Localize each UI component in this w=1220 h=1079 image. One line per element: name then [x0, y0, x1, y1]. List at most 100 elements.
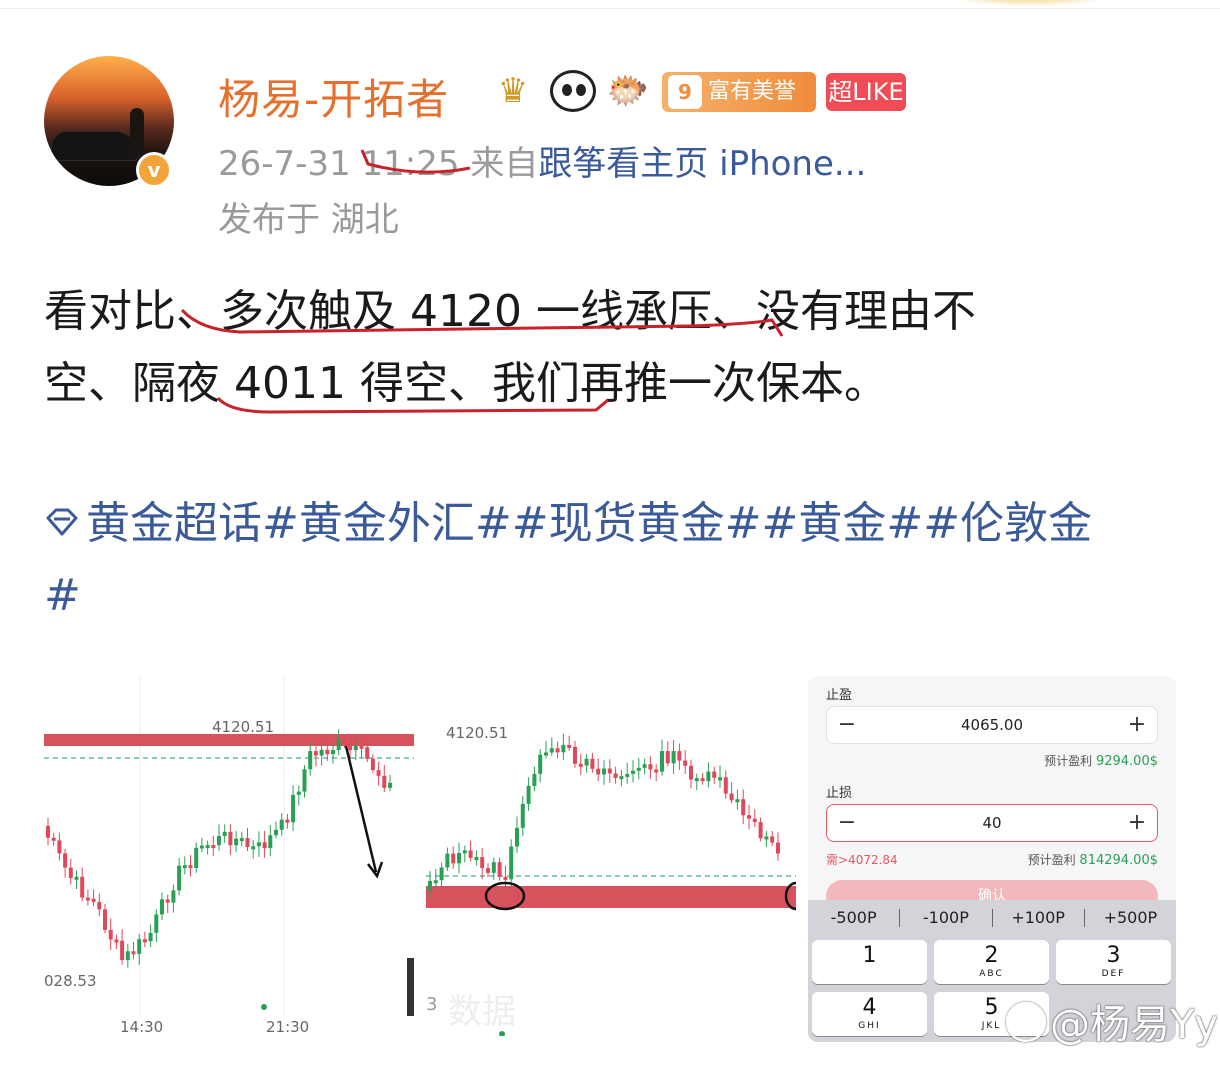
- key-letters: DEF: [1101, 969, 1126, 979]
- honor-badge[interactable]: 9 富有美誉: [662, 72, 816, 112]
- candle: [503, 876, 508, 880]
- estimated-profit-label: 预计盈利: [1044, 754, 1093, 768]
- candle: [718, 777, 722, 781]
- candle: [182, 865, 187, 869]
- candle: [262, 842, 267, 849]
- post-image-chart-2[interactable]: 4120.51 3 数据: [426, 676, 796, 1036]
- stop-loss-field[interactable]: − 40 +: [826, 804, 1158, 842]
- candle: [46, 825, 50, 838]
- candle: [302, 769, 307, 792]
- quick-adjust-button[interactable]: +500P: [1085, 900, 1176, 936]
- watermark-text: @杨易Yy: [1050, 1002, 1219, 1048]
- estimated-profit-value: 9294.00$: [1095, 754, 1158, 769]
- candle: [234, 838, 239, 846]
- candle: [439, 867, 444, 881]
- candle: [376, 770, 381, 776]
- key-1[interactable]: 1: [812, 940, 927, 984]
- estimated-profit-label: 预计盈利: [1027, 853, 1076, 867]
- candle: [222, 831, 227, 836]
- panda-badge-icon[interactable]: [550, 70, 596, 112]
- honor-label: 富有美誉: [708, 79, 797, 104]
- candle: [474, 857, 479, 861]
- fish-badge-icon[interactable]: 🐡: [604, 70, 652, 112]
- candle: [573, 746, 577, 764]
- candle: [584, 758, 589, 766]
- crown-badge-icon[interactable]: ♛: [486, 70, 540, 112]
- candle: [63, 853, 68, 868]
- x-tick-label: 21:30: [266, 1018, 310, 1036]
- candle: [388, 782, 392, 788]
- candle: [433, 880, 438, 884]
- low-label: 3: [426, 994, 438, 1015]
- estimated-profit-value: 814294.00$: [1079, 853, 1158, 868]
- hashtags[interactable]: 黄金超话#黄金外汇##现货黄金##黄金##伦敦金 #: [44, 488, 1184, 632]
- candle: [735, 799, 740, 803]
- candle: [776, 842, 780, 854]
- hashtag-line[interactable]: 黄金超话#黄金外汇##现货黄金##黄金##伦敦金: [86, 498, 1092, 549]
- candle: [723, 777, 728, 794]
- take-profit-value[interactable]: 4065.00: [867, 707, 1117, 743]
- candle: [451, 853, 456, 864]
- candle: [445, 853, 450, 868]
- super-like-badge[interactable]: 超LIKE: [826, 73, 906, 111]
- candle: [154, 914, 159, 933]
- key-letters: ABC: [979, 969, 1004, 979]
- candle: [689, 765, 693, 780]
- candle: [68, 867, 73, 879]
- increase-button[interactable]: +: [1117, 805, 1157, 843]
- candle: [712, 771, 717, 778]
- hashtag-line[interactable]: #: [44, 560, 1184, 632]
- candle: [291, 794, 296, 823]
- post-image-chart-1[interactable]: 4120.51 028.53 14:30 21:30: [44, 676, 414, 1036]
- key-2[interactable]: 2 ABC: [934, 940, 1049, 984]
- estimated-profit: 预计盈利 9294.00$: [1044, 752, 1158, 769]
- post-source-link[interactable]: 跟筝看主页 iPhone...: [538, 144, 866, 184]
- candle: [359, 745, 364, 749]
- low-label: 028.53: [44, 972, 97, 990]
- candle: [125, 951, 130, 961]
- candle: [752, 818, 757, 823]
- scroll-handle[interactable]: [407, 958, 414, 1016]
- candle: [217, 835, 221, 846]
- quick-adjust-button[interactable]: -500P: [808, 900, 899, 936]
- key-3[interactable]: 3 DEF: [1056, 940, 1171, 984]
- candle: [468, 850, 473, 858]
- candle: [538, 754, 543, 774]
- post-location: 发布于 湖北: [218, 200, 399, 240]
- candle: [758, 822, 763, 839]
- candle: [509, 846, 514, 880]
- candle: [57, 840, 62, 854]
- candle: [239, 838, 244, 842]
- candle: [515, 827, 519, 847]
- candle: [142, 939, 147, 943]
- stop-loss-value[interactable]: 40: [867, 805, 1117, 841]
- take-profit-field[interactable]: − 4065.00 +: [826, 706, 1158, 744]
- candle: [97, 901, 102, 910]
- key-4[interactable]: 4 GHI: [812, 992, 927, 1036]
- candle: [382, 775, 387, 788]
- candle: [308, 751, 313, 770]
- quick-adjust-button[interactable]: +100P: [993, 900, 1084, 936]
- candle: [457, 852, 461, 864]
- candle: [428, 880, 432, 891]
- level-label: 4120.51: [212, 718, 275, 736]
- quick-adjust-button[interactable]: -100P: [900, 900, 991, 936]
- decrease-button[interactable]: −: [827, 805, 867, 843]
- candle: [251, 846, 256, 850]
- decrease-button[interactable]: −: [827, 707, 867, 745]
- candle: [74, 876, 79, 880]
- candle: [245, 838, 250, 847]
- candle: [700, 778, 705, 782]
- candle: [331, 750, 335, 755]
- candle: [497, 862, 502, 877]
- honor-level: 9: [668, 75, 702, 109]
- post-image-order-panel[interactable]: 止盈 − 4065.00 + 预计盈利 9294.00$ 止损 − 40 + 需…: [808, 676, 1176, 1042]
- candle: [648, 764, 653, 770]
- candle: [677, 751, 682, 761]
- take-profit-label: 止盈: [826, 688, 853, 703]
- candle: [285, 819, 290, 823]
- candle: [342, 740, 347, 744]
- increase-button[interactable]: +: [1117, 707, 1157, 745]
- username[interactable]: 杨易-开拓者: [218, 66, 449, 127]
- candle: [555, 748, 560, 753]
